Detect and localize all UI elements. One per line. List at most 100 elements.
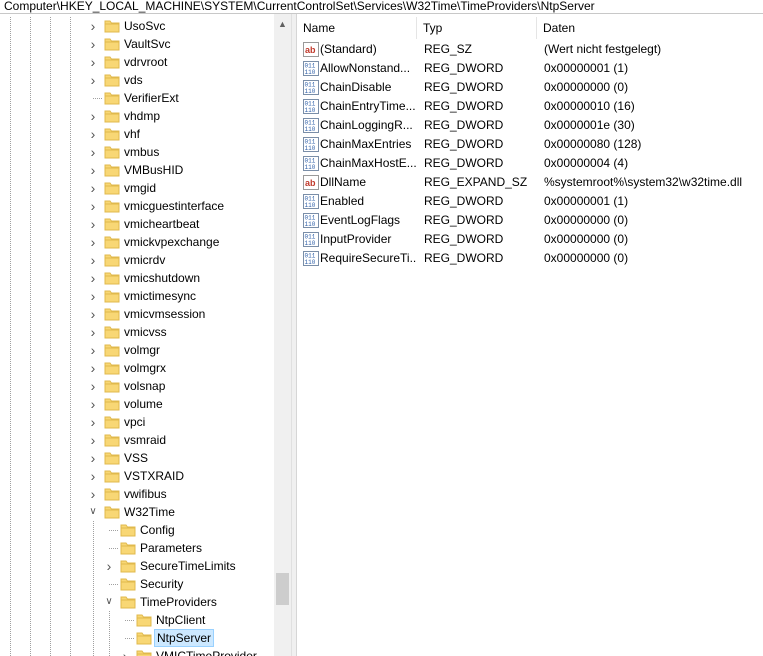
value-data: 0x00000000 (0) bbox=[544, 251, 629, 265]
value-row[interactable]: 011 110 ChainDisable REG_DWORD 0x00000000 (0… bbox=[297, 78, 763, 97]
tree-item-vmictimesync[interactable]: › vmictimesync bbox=[0, 287, 274, 305]
chevron-right-icon[interactable]: › bbox=[88, 359, 98, 377]
chevron-right-icon[interactable]: › bbox=[88, 305, 98, 323]
column-header-type[interactable]: Typ bbox=[417, 17, 537, 39]
chevron-right-icon[interactable]: › bbox=[88, 143, 98, 161]
chevron-right-icon[interactable]: › bbox=[88, 323, 98, 341]
tree-item-volmgr[interactable]: › volmgr bbox=[0, 341, 274, 359]
chevron-right-icon[interactable]: › bbox=[88, 413, 98, 431]
folder-icon bbox=[104, 271, 120, 285]
value-row[interactable]: 011 110 InputProvider REG_DWORD 0x00000000 (… bbox=[297, 230, 763, 249]
tree-item-vaultsvc[interactable]: › VaultSvc bbox=[0, 35, 274, 53]
chevron-right-icon[interactable]: › bbox=[88, 287, 98, 305]
value-row[interactable]: 011 110 ChainEntryTime... REG_DWORD 0x000000… bbox=[297, 97, 763, 116]
tree-item-volmgrx[interactable]: › volmgrx bbox=[0, 359, 274, 377]
tree-item-vstxraid[interactable]: › VSTXRAID bbox=[0, 467, 274, 485]
tree-item-label: vsmraid bbox=[124, 433, 167, 447]
tree-guide-line bbox=[10, 521, 11, 539]
chevron-right-icon[interactable]: › bbox=[88, 161, 98, 179]
tree-item-verifierext[interactable]: VerifierExt bbox=[0, 89, 274, 107]
tree-item-vmicheartbeat[interactable]: › vmicheartbeat bbox=[0, 215, 274, 233]
tree-item-vhf[interactable]: › vhf bbox=[0, 125, 274, 143]
tree-item-vdrvroot[interactable]: › vdrvroot bbox=[0, 53, 274, 71]
tree-item-vmickvpexchange[interactable]: › vmickvpexchange bbox=[0, 233, 274, 251]
tree-item-w32time[interactable]: ∨ W32Time bbox=[0, 503, 274, 521]
chevron-right-icon[interactable]: › bbox=[104, 557, 114, 575]
tree-item-label: vmgid bbox=[124, 181, 157, 195]
value-row[interactable]: 011 110 AllowNonstand... REG_DWORD 0x0000000… bbox=[297, 59, 763, 78]
chevron-right-icon[interactable]: › bbox=[120, 647, 130, 656]
scroll-thumb[interactable] bbox=[276, 573, 289, 605]
tree-item-vhdmp[interactable]: › vhdmp bbox=[0, 107, 274, 125]
value-row[interactable]: 011 110 RequireSecureTi... REG_DWORD 0x00000… bbox=[297, 249, 763, 268]
chevron-right-icon[interactable]: › bbox=[88, 431, 98, 449]
chevron-right-icon[interactable]: › bbox=[88, 341, 98, 359]
tree-item-vmicvmsession[interactable]: › vmicvmsession bbox=[0, 305, 274, 323]
chevron-right-icon[interactable]: › bbox=[88, 125, 98, 143]
chevron-right-icon[interactable]: › bbox=[88, 467, 98, 485]
tree-scrollbar[interactable]: ▲ bbox=[274, 14, 291, 656]
tree-item-timeproviders[interactable]: ∨ TimeProviders bbox=[0, 593, 274, 611]
chevron-right-icon[interactable]: › bbox=[88, 215, 98, 233]
tree-item-security[interactable]: Security bbox=[0, 575, 274, 593]
chevron-down-icon[interactable]: ∨ bbox=[88, 503, 98, 521]
value-row[interactable]: 011 110 ChainMaxEntries REG_DWORD 0x00000080… bbox=[297, 135, 763, 154]
tree-item-vmgid[interactable]: › vmgid bbox=[0, 179, 274, 197]
tree-guide-line bbox=[50, 269, 51, 287]
tree-item-vss[interactable]: › VSS bbox=[0, 449, 274, 467]
chevron-right-icon[interactable]: › bbox=[88, 53, 98, 71]
tree-item-vmicshutdown[interactable]: › vmicshutdown bbox=[0, 269, 274, 287]
tree-item-vmicvss[interactable]: › vmicvss bbox=[0, 323, 274, 341]
tree-item-securetimelimits[interactable]: › SecureTimeLimits bbox=[0, 557, 274, 575]
chevron-down-icon[interactable]: ∨ bbox=[104, 593, 114, 611]
tree-guide-line bbox=[50, 557, 51, 575]
chevron-right-icon[interactable]: › bbox=[88, 107, 98, 125]
tree-item-ntpclient[interactable]: NtpClient bbox=[0, 611, 274, 629]
chevron-right-icon[interactable]: › bbox=[88, 251, 98, 269]
tree-item-vmicrdv[interactable]: › vmicrdv bbox=[0, 251, 274, 269]
tree-item-label: vwifibus bbox=[124, 487, 167, 501]
tree-item-vsmraid[interactable]: › vsmraid bbox=[0, 431, 274, 449]
tree-item-vds[interactable]: › vds bbox=[0, 71, 274, 89]
scroll-up-arrow-icon[interactable]: ▲ bbox=[274, 16, 291, 33]
tree-item-vmictimeprovider[interactable]: › VMICTimeProvider bbox=[0, 647, 274, 656]
tree-item-vmbushid[interactable]: › VMBusHID bbox=[0, 161, 274, 179]
tree-guide-line bbox=[30, 611, 31, 629]
value-row[interactable]: 011 110 Enabled REG_DWORD 0x00000001 (1) bbox=[297, 192, 763, 211]
tree-item-vwifibus[interactable]: › vwifibus bbox=[0, 485, 274, 503]
key-tree[interactable]: › UsoSvc › VaultSvc › vdrvroot › vds VerifierExt… bbox=[0, 14, 290, 656]
chevron-right-icon[interactable]: › bbox=[88, 17, 98, 35]
value-row[interactable]: 011 110 EventLogFlags REG_DWORD 0x00000000 (… bbox=[297, 211, 763, 230]
chevron-right-icon[interactable]: › bbox=[88, 233, 98, 251]
value-row[interactable]: 011 110 ChainLoggingR... REG_DWORD 0x0000001… bbox=[297, 116, 763, 135]
value-name: Enabled bbox=[320, 194, 365, 208]
tree-item-volsnap[interactable]: › volsnap bbox=[0, 377, 274, 395]
tree-guide-line bbox=[10, 323, 11, 341]
column-header-name[interactable]: Name bbox=[297, 17, 417, 39]
values-list[interactable]: Name Typ Daten ab (Standard) REG_SZ (Wert n… bbox=[297, 14, 763, 656]
chevron-right-icon[interactable]: › bbox=[88, 35, 98, 53]
folder-icon bbox=[104, 145, 120, 159]
tree-item-ntpserver[interactable]: NtpServer bbox=[0, 629, 274, 647]
chevron-right-icon[interactable]: › bbox=[88, 485, 98, 503]
value-row[interactable]: 011 110 ChainMaxHostE... REG_DWORD 0x0000000… bbox=[297, 154, 763, 173]
chevron-right-icon[interactable]: › bbox=[88, 179, 98, 197]
column-header-data[interactable]: Daten bbox=[537, 17, 763, 39]
svg-text:110: 110 bbox=[305, 126, 316, 133]
value-row[interactable]: ab (Standard) REG_SZ (Wert nicht festgelegt… bbox=[297, 40, 763, 59]
address-bar[interactable]: Computer\HKEY_LOCAL_MACHINE\SYSTEM\Curre… bbox=[0, 0, 763, 14]
tree-item-vmbus[interactable]: › vmbus bbox=[0, 143, 274, 161]
chevron-right-icon[interactable]: › bbox=[88, 269, 98, 287]
tree-item-config[interactable]: Config bbox=[0, 521, 274, 539]
tree-item-parameters[interactable]: Parameters bbox=[0, 539, 274, 557]
chevron-right-icon[interactable]: › bbox=[88, 395, 98, 413]
value-row[interactable]: ab DllName REG_EXPAND_SZ %systemroot%\syste… bbox=[297, 173, 763, 192]
chevron-right-icon[interactable]: › bbox=[88, 449, 98, 467]
tree-item-usosvc[interactable]: › UsoSvc bbox=[0, 17, 274, 35]
tree-item-vpci[interactable]: › vpci bbox=[0, 413, 274, 431]
chevron-right-icon[interactable]: › bbox=[88, 197, 98, 215]
chevron-right-icon[interactable]: › bbox=[88, 377, 98, 395]
tree-item-vmicguestinterface[interactable]: › vmicguestinterface bbox=[0, 197, 274, 215]
chevron-right-icon[interactable]: › bbox=[88, 71, 98, 89]
tree-item-volume[interactable]: › volume bbox=[0, 395, 274, 413]
